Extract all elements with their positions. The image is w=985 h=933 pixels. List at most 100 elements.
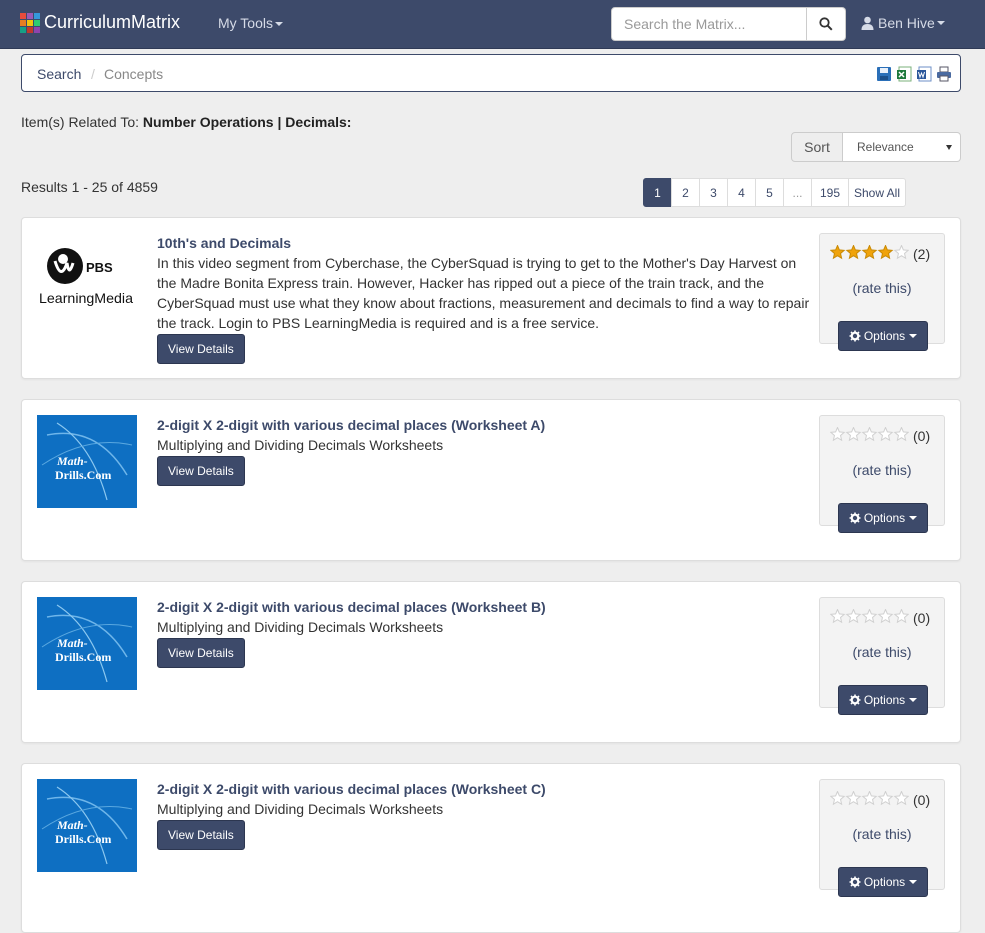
brand-name: CurriculumMatrix	[44, 12, 181, 32]
page-link[interactable]: 2	[671, 178, 700, 207]
rate-this-link[interactable]: (rate this)	[820, 826, 944, 842]
my-tools-menu[interactable]: My Tools	[218, 15, 283, 31]
stars-icon	[829, 608, 910, 624]
math-drills-logo[interactable]: Math- Drills.Com	[37, 597, 137, 690]
user-name: Ben Hive	[878, 15, 935, 31]
result-body: 2-digit X 2-digit with various decimal p…	[157, 779, 817, 850]
page-link[interactable]: 4	[727, 178, 756, 207]
svg-text:Drills.Com: Drills.Com	[55, 468, 111, 482]
gear-icon	[849, 694, 861, 706]
star-empty-icon	[829, 790, 846, 806]
rate-this-link[interactable]: (rate this)	[820, 462, 944, 478]
stars-icon	[829, 244, 910, 260]
view-details-button[interactable]: View Details	[157, 334, 245, 364]
svg-text:Math-: Math-	[56, 454, 88, 468]
star-empty-icon	[861, 426, 878, 442]
brand-link[interactable]: CurriculumMatrix	[20, 12, 180, 33]
search-input[interactable]	[611, 7, 807, 41]
print-icon[interactable]	[936, 66, 952, 82]
stars-icon	[829, 790, 910, 806]
star-empty-icon	[845, 426, 862, 442]
gear-icon	[849, 512, 861, 524]
star-filled-icon	[861, 244, 878, 260]
options-button[interactable]: Options	[838, 321, 928, 351]
star-empty-icon	[861, 608, 878, 624]
options-button[interactable]: Options	[838, 503, 928, 533]
related-prefix: Item(s) Related To:	[21, 114, 140, 130]
star-filled-icon	[845, 244, 862, 260]
breadcrumb-search-link[interactable]: Search	[37, 66, 81, 82]
result-title-link[interactable]: 2-digit X 2-digit with various decimal p…	[157, 597, 817, 617]
show-all-link[interactable]: Show All	[848, 178, 906, 207]
breadcrumb-separator: /	[91, 66, 95, 82]
rating-count: (0)	[913, 792, 931, 808]
math-drills-logo[interactable]: Math- Drills.Com	[37, 779, 137, 872]
result-title-link[interactable]: 2-digit X 2-digit with various decimal p…	[157, 779, 817, 799]
caret-down-icon	[274, 22, 283, 27]
result-title-link[interactable]: 10th's and Decimals	[157, 233, 817, 253]
result-title-link[interactable]: 2-digit X 2-digit with various decimal p…	[157, 415, 817, 435]
options-button[interactable]: Options	[838, 867, 928, 897]
options-label: Options	[863, 875, 906, 889]
svg-text:Math-: Math-	[56, 818, 88, 832]
caret-down-icon	[936, 21, 945, 25]
rating-count: (0)	[913, 428, 931, 444]
page-ellipsis: ...	[783, 178, 812, 207]
gear-icon	[849, 876, 861, 888]
svg-text:PBS: PBS	[86, 260, 113, 275]
star-filled-icon	[829, 244, 846, 260]
svg-text:LearningMedia: LearningMedia	[39, 290, 133, 306]
page-link[interactable]: 195	[811, 178, 849, 207]
results-count: Results 1 - 25 of 4859	[21, 179, 158, 195]
result-description: Multiplying and Dividing Decimals Worksh…	[157, 619, 444, 635]
options-label: Options	[863, 511, 906, 525]
search-button[interactable]	[807, 7, 846, 41]
star-empty-icon	[845, 790, 862, 806]
star-empty-icon	[877, 790, 894, 806]
rate-this-link[interactable]: (rate this)	[820, 280, 944, 296]
view-details-button[interactable]: View Details	[157, 638, 245, 668]
result-body: 2-digit X 2-digit with various decimal p…	[157, 597, 817, 668]
sort-control: Sort Relevance	[791, 132, 961, 162]
sort-select[interactable]: Relevance	[843, 132, 961, 162]
view-details-button[interactable]: View Details	[157, 820, 245, 850]
star-empty-icon	[893, 426, 910, 442]
star-rating[interactable]: (2)	[829, 244, 930, 263]
options-button[interactable]: Options	[838, 685, 928, 715]
breadcrumb: Search / Concepts	[21, 54, 961, 92]
result-description: Multiplying and Dividing Decimals Worksh…	[157, 801, 444, 817]
star-empty-icon	[829, 426, 846, 442]
pbs-logo[interactable]: PBS LearningMedia	[37, 233, 137, 326]
dropdown-arrow-icon	[946, 145, 952, 150]
rating-panel: (0) (rate this) Options	[819, 779, 945, 897]
sort-selected-value: Relevance	[857, 140, 914, 154]
rating-panel: (2) (rate this) Options	[819, 233, 945, 351]
save-icon[interactable]	[876, 66, 892, 82]
related-topic-name: Number Operations | Decimals:	[142, 114, 352, 130]
result-description: Multiplying and Dividing Decimals Worksh…	[157, 437, 444, 453]
word-icon[interactable]	[916, 66, 932, 82]
page-link[interactable]: 5	[755, 178, 784, 207]
page-link[interactable]: 3	[699, 178, 728, 207]
caret-down-icon	[909, 334, 918, 338]
result-description: In this video segment from Cyberchase, t…	[157, 255, 810, 331]
star-rating[interactable]: (0)	[829, 608, 930, 627]
star-rating[interactable]: (0)	[829, 426, 931, 445]
user-icon	[861, 16, 874, 30]
page-link[interactable]: 1	[643, 178, 672, 207]
star-empty-icon	[893, 608, 910, 624]
sort-label: Sort	[791, 132, 843, 162]
star-empty-icon	[829, 608, 846, 624]
result-card: Math- Drills.Com 2-digit X 2-digit with …	[21, 581, 961, 743]
rate-this-link[interactable]: (rate this)	[820, 644, 944, 660]
svg-text:Drills.Com: Drills.Com	[55, 650, 111, 664]
user-menu[interactable]: Ben Hive	[861, 15, 945, 31]
view-details-button[interactable]: View Details	[157, 456, 245, 486]
star-rating[interactable]: (0)	[829, 790, 931, 809]
star-empty-icon	[893, 244, 910, 260]
excel-icon[interactable]	[896, 66, 912, 82]
star-empty-icon	[877, 426, 894, 442]
math-drills-logo[interactable]: Math- Drills.Com	[37, 415, 137, 508]
star-empty-icon	[845, 608, 862, 624]
gear-icon	[849, 330, 861, 342]
